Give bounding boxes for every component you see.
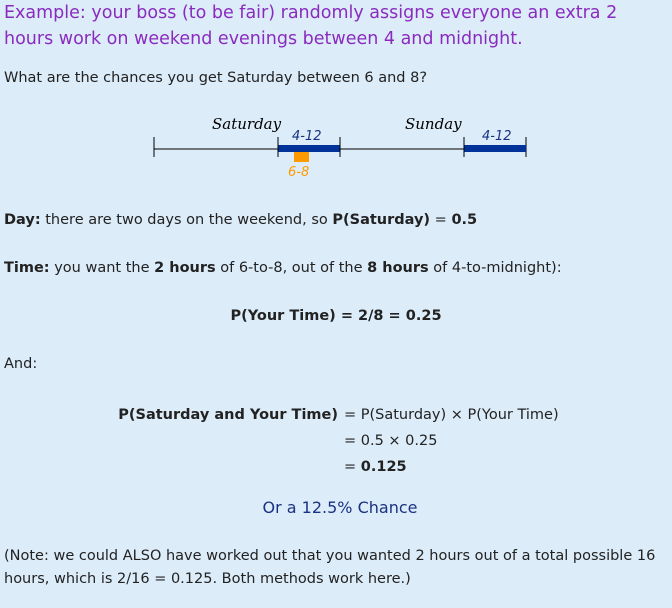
day-equals: = [430, 212, 452, 228]
combined-line-2: = 0.5 × 0.25 [344, 433, 438, 449]
day-lead: Day: [4, 212, 41, 228]
chance-result: Or a 12.5% Chance [262, 498, 418, 517]
weekend-timeline-diagram: Saturday Sunday 4-12 4-12 6-8 [153, 115, 527, 180]
example-heading: Example: your boss (to be fair) randomly… [4, 3, 618, 49]
combined-result: 0.125 [360, 459, 407, 475]
your-time-block [294, 152, 309, 162]
sunday-range-bar [464, 145, 526, 152]
combined-line-3-eq: = [344, 459, 361, 475]
and-label: And: [4, 356, 38, 372]
saturday-range-label: 4-12 [292, 129, 322, 144]
question-text: What are the chances you get Saturday be… [4, 70, 428, 86]
time-bold-2: 8 hours [367, 260, 429, 276]
time-lead: Time: [4, 260, 50, 276]
saturday-range-bar [278, 145, 340, 152]
sunday-range-label: 4-12 [482, 129, 512, 144]
note-paragraph: (Note: we could ALSO have worked out tha… [4, 548, 656, 587]
saturday-label: Saturday [212, 115, 282, 133]
combined-line-1: = P(Saturday) × P(Your Time) [344, 407, 559, 423]
sunday-label: Sunday [405, 115, 462, 133]
your-time-label: 6-8 [288, 165, 309, 180]
your-time-equation: P(Your Time) = 2/8 = 0.25 [0, 305, 672, 327]
combined-line-3: = 0.125 [344, 456, 407, 478]
day-text: there are two days on the weekend, so [40, 212, 333, 228]
combined-lhs: P(Saturday and Your Time) [118, 404, 338, 426]
time-bold-1: 2 hours [154, 260, 216, 276]
time-text-2: of 6-to-8, out of the [215, 260, 368, 276]
day-prob-label: P(Saturday) [332, 212, 431, 228]
day-paragraph: Day: there are two days on the weekend, … [4, 209, 477, 231]
your-time-equation-text: P(Your Time) = 2/8 = 0.25 [230, 308, 442, 324]
time-paragraph: Time: you want the 2 hours of 6-to-8, ou… [4, 257, 562, 279]
time-text-3: of 4-to-midnight): [428, 260, 562, 276]
time-text-1: you want the [49, 260, 155, 276]
combined-lhs-text: P(Saturday and Your Time) [118, 407, 338, 423]
day-value: 0.5 [451, 212, 478, 228]
